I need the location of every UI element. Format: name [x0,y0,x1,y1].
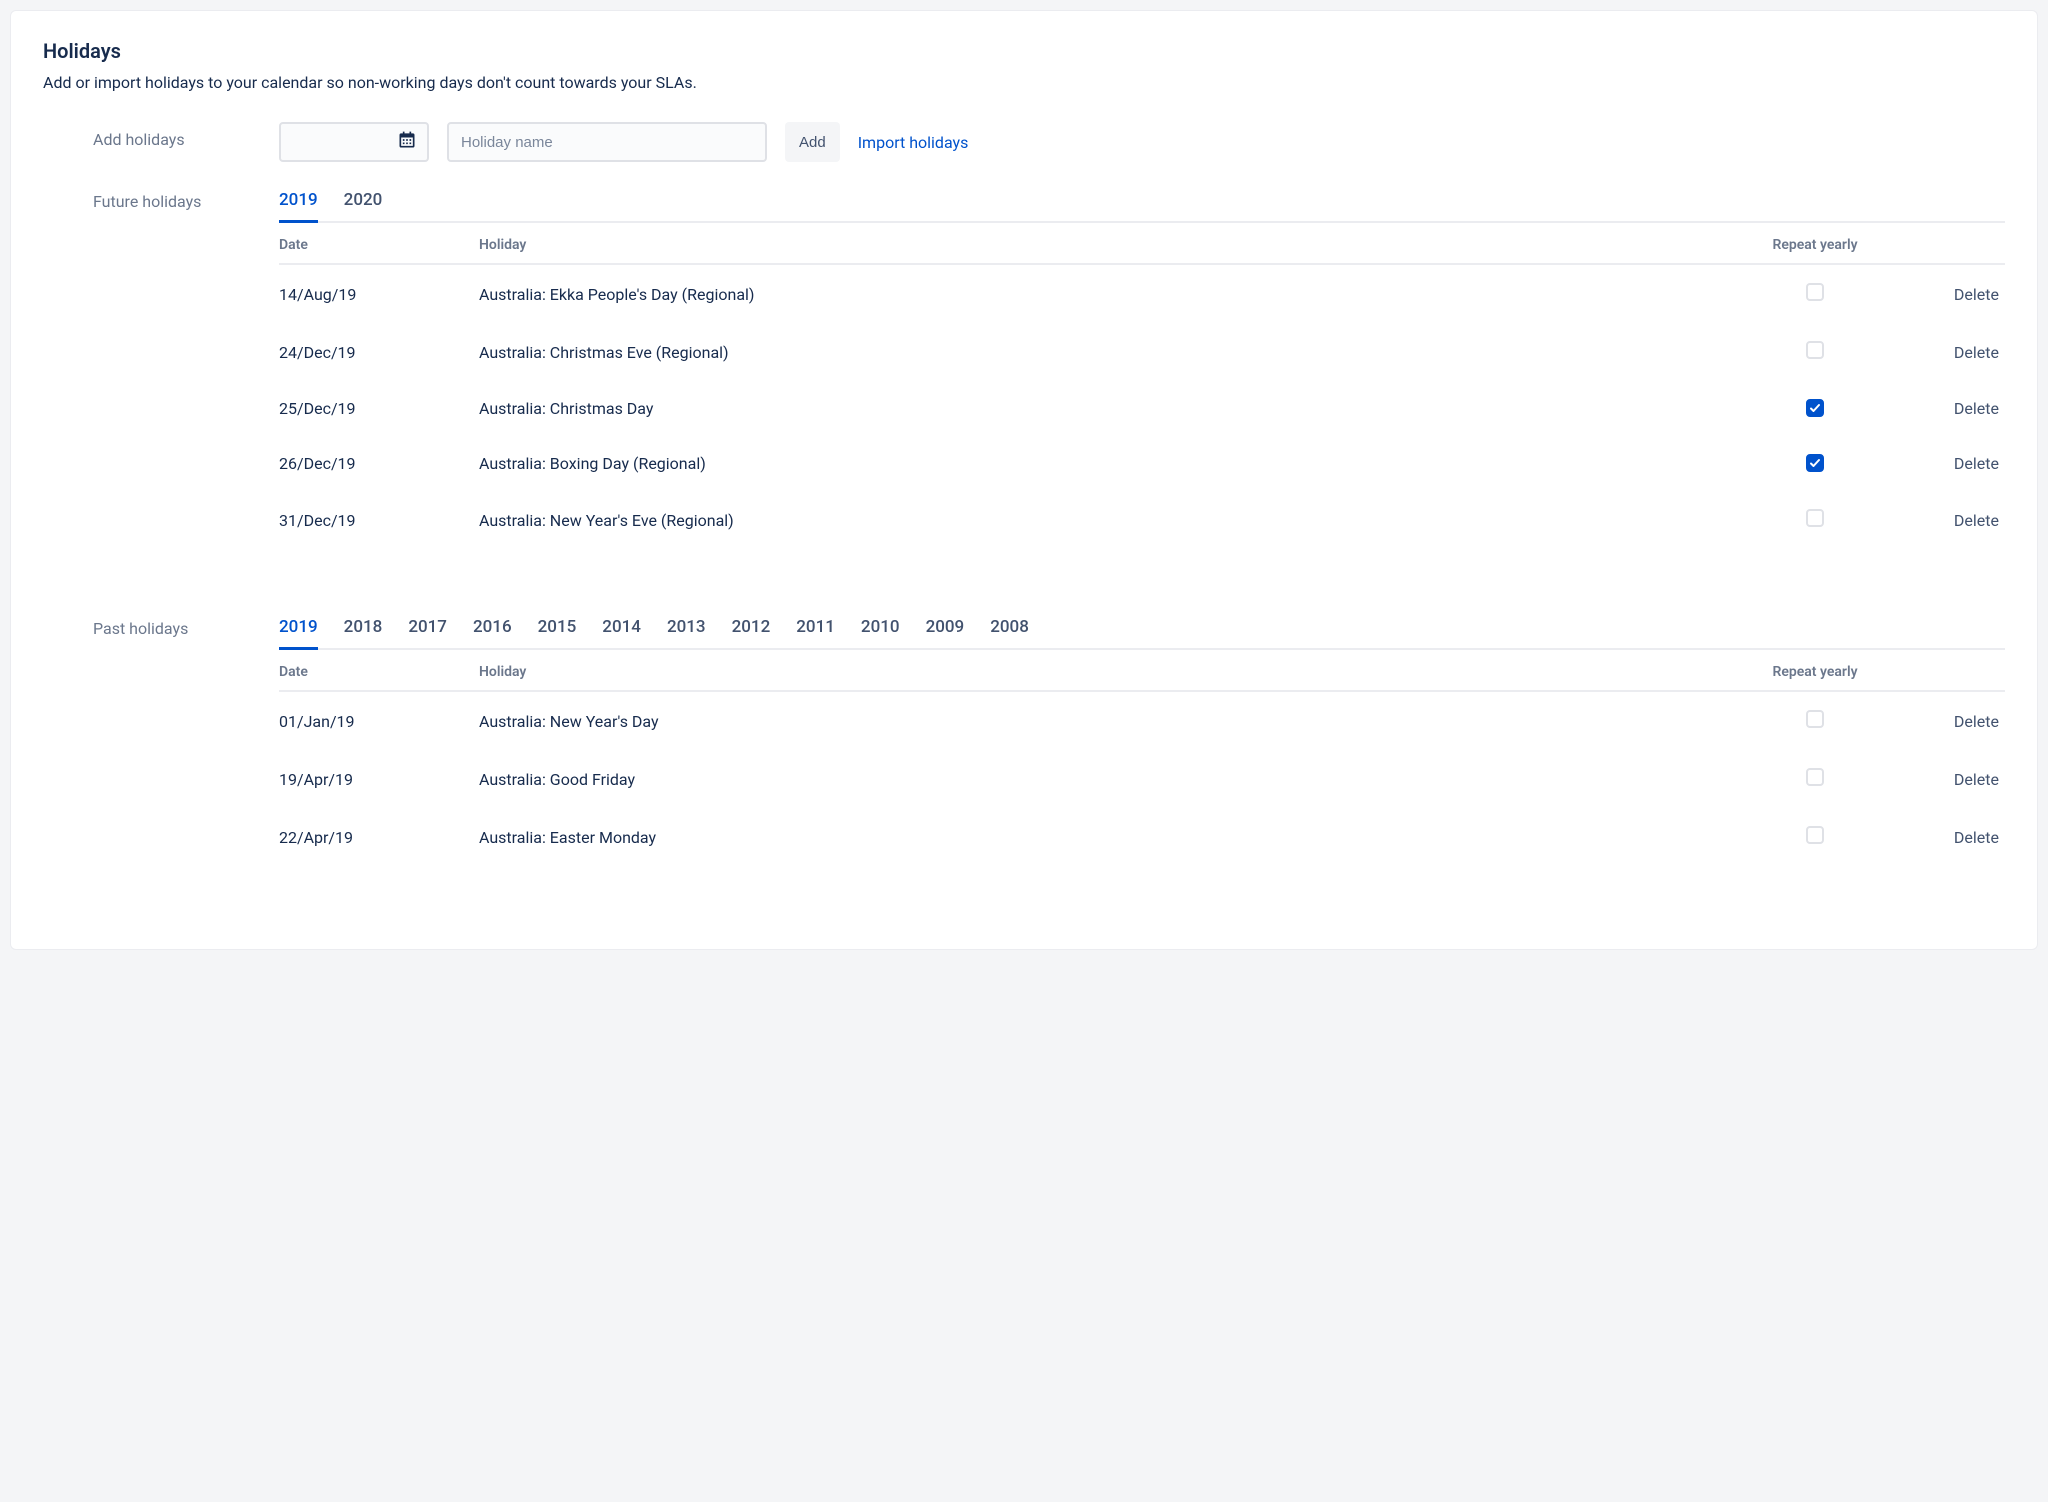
cell-repeat [1745,768,1885,790]
tab-2019[interactable]: 2019 [279,184,318,223]
future-holidays-row: Future holidays 2019 2020 Date Holiday Re… [43,184,2005,549]
cell-repeat [1745,710,1885,732]
holidays-panel: Holidays Add or import holidays to your … [10,10,2038,950]
past-table: Date Holiday Repeat yearly 01/Jan/19Aust… [279,650,2005,866]
repeat-checkbox[interactable] [1806,509,1824,527]
future-holidays-label: Future holidays [43,184,279,211]
cell-repeat [1745,454,1885,473]
tab-2012[interactable]: 2012 [732,611,771,650]
cell-date: 19/Apr/19 [279,770,479,789]
repeat-checkbox[interactable] [1806,710,1824,728]
cell-date: 22/Apr/19 [279,828,479,847]
tab-2018[interactable]: 2018 [344,611,383,650]
cell-repeat [1745,509,1885,531]
col-holiday: Holiday [479,664,1745,680]
col-repeat: Repeat yearly [1745,237,1885,253]
cell-repeat [1745,826,1885,848]
tab-2014[interactable]: 2014 [602,611,641,650]
tab-2009[interactable]: 2009 [926,611,965,650]
tab-2017[interactable]: 2017 [408,611,447,650]
cell-holiday: Australia: Ekka People's Day (Regional) [479,285,1745,304]
page-subtitle: Add or import holidays to your calendar … [43,73,2005,92]
delete-button[interactable]: Delete [1885,712,2005,731]
table-row: 14/Aug/19Australia: Ekka People's Day (R… [279,265,2005,323]
import-holidays-link[interactable]: Import holidays [858,133,969,152]
cell-holiday: Australia: Christmas Eve (Regional) [479,343,1745,362]
table-row: 01/Jan/19Australia: New Year's Day Delete [279,692,2005,750]
page-title: Holidays [43,39,2005,63]
cell-repeat [1745,283,1885,305]
cell-repeat [1745,341,1885,363]
delete-button[interactable]: Delete [1885,343,2005,362]
cell-holiday: Australia: Christmas Day [479,399,1745,418]
tab-2020[interactable]: 2020 [344,184,383,223]
calendar-icon [397,130,417,154]
future-rows: 14/Aug/19Australia: Ekka People's Day (R… [279,265,2005,549]
tab-2013[interactable]: 2013 [667,611,706,650]
delete-button[interactable]: Delete [1885,285,2005,304]
table-row: 19/Apr/19Australia: Good Friday Delete [279,750,2005,808]
cell-date: 31/Dec/19 [279,511,479,530]
tab-2010[interactable]: 2010 [861,611,900,650]
future-table-header: Date Holiday Repeat yearly [279,223,2005,265]
repeat-checkbox[interactable] [1806,768,1824,786]
past-holidays-row: Past holidays 20192018201720162015201420… [43,611,2005,866]
cell-holiday: Australia: New Year's Day [479,712,1745,731]
past-table-header: Date Holiday Repeat yearly [279,650,2005,692]
tab-2016[interactable]: 2016 [473,611,512,650]
table-row: 25/Dec/19Australia: Christmas Day Delete [279,381,2005,436]
table-row: 24/Dec/19Australia: Christmas Eve (Regio… [279,323,2005,381]
cell-repeat [1745,399,1885,418]
col-repeat: Repeat yearly [1745,664,1885,680]
cell-holiday: Australia: Easter Monday [479,828,1745,847]
cell-holiday: Australia: Good Friday [479,770,1745,789]
add-button[interactable]: Add [785,122,840,162]
delete-button[interactable]: Delete [1885,770,2005,789]
table-row: 31/Dec/19Australia: New Year's Eve (Regi… [279,491,2005,549]
delete-button[interactable]: Delete [1885,511,2005,530]
repeat-checkbox[interactable] [1806,826,1824,844]
tab-2011[interactable]: 2011 [796,611,835,650]
future-tabs: 2019 2020 [279,184,2005,223]
delete-button[interactable]: Delete [1885,454,2005,473]
repeat-checkbox[interactable] [1806,283,1824,301]
col-holiday: Holiday [479,237,1745,253]
delete-button[interactable]: Delete [1885,828,2005,847]
delete-button[interactable]: Delete [1885,399,2005,418]
tab-2019[interactable]: 2019 [279,611,318,650]
cell-date: 25/Dec/19 [279,399,479,418]
add-holidays-label: Add holidays [43,122,279,149]
repeat-checkbox[interactable] [1806,341,1824,359]
tab-2015[interactable]: 2015 [538,611,577,650]
cell-date: 24/Dec/19 [279,343,479,362]
past-rows: 01/Jan/19Australia: New Year's Day Delete… [279,692,2005,866]
holiday-date-input[interactable] [279,122,429,162]
table-row: 26/Dec/19Australia: Boxing Day (Regional… [279,436,2005,491]
past-holidays-label: Past holidays [43,611,279,638]
col-date: Date [279,664,479,680]
future-holidays-body: 2019 2020 Date Holiday Repeat yearly 14/A… [279,184,2005,549]
past-holidays-body: 2019 2018 2017 2016 2015 2014 2013 2012 2011 2010… [279,611,2005,866]
tab-2008[interactable]: 2008 [990,611,1029,650]
repeat-checkbox[interactable] [1806,399,1824,417]
cell-date: 14/Aug/19 [279,285,479,304]
cell-holiday: Australia: Boxing Day (Regional) [479,454,1745,473]
col-date: Date [279,237,479,253]
cell-date: 01/Jan/19 [279,712,479,731]
repeat-checkbox[interactable] [1806,454,1824,472]
past-tabs: 2019 2018 2017 2016 2015 2014 2013 2012 2011 2010… [279,611,2005,650]
table-row: 22/Apr/19Australia: Easter Monday Delete [279,808,2005,866]
future-table: Date Holiday Repeat yearly 14/Aug/19Aust… [279,223,2005,549]
add-holidays-controls: Add Import holidays [279,122,2005,162]
cell-holiday: Australia: New Year's Eve (Regional) [479,511,1745,530]
cell-date: 26/Dec/19 [279,454,479,473]
holiday-name-input[interactable] [447,122,767,162]
add-holidays-row: Add holidays Add Import holidays [43,122,2005,162]
